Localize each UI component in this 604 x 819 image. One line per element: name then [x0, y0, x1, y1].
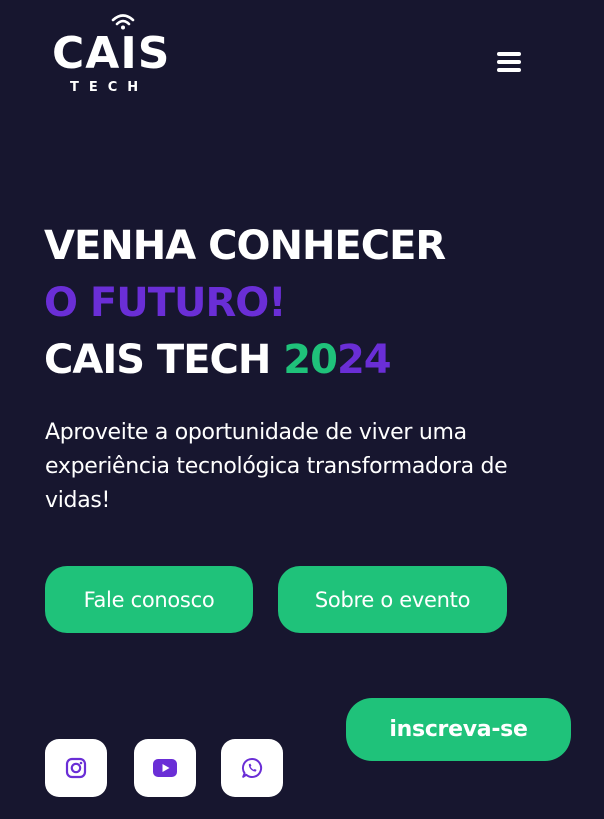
- signup-button[interactable]: inscreva-se: [346, 698, 571, 761]
- hamburger-menu-icon[interactable]: [497, 50, 523, 74]
- whatsapp-link[interactable]: [221, 739, 283, 797]
- logo-text: CAIS: [52, 28, 171, 79]
- about-event-button[interactable]: Sobre o evento: [278, 566, 507, 633]
- hero-title: VENHA CONHECER O FUTURO! CAIS TECH 2024: [44, 218, 446, 389]
- youtube-link[interactable]: [134, 739, 196, 797]
- contact-button[interactable]: Fale conosco: [45, 566, 253, 633]
- hero-year-part1: 20: [283, 337, 338, 383]
- instagram-icon: [65, 757, 87, 779]
- hero-year-part2: 24: [336, 337, 392, 383]
- whatsapp-icon: [241, 757, 263, 778]
- hero-title-line2: O FUTURO!: [44, 280, 287, 326]
- hero-title-brand: CAIS TECH: [44, 337, 284, 383]
- instagram-link[interactable]: [45, 739, 107, 797]
- logo: CAIS TECH: [52, 12, 169, 96]
- hero-title-line1: VENHA CONHECER: [44, 223, 446, 269]
- hero-description: Aproveite a oportunidade de viver uma ex…: [45, 420, 508, 513]
- youtube-icon: [153, 759, 177, 777]
- hero-title-line3: CAIS TECH 2024: [44, 332, 445, 389]
- logo-subtext: TECH: [70, 80, 149, 95]
